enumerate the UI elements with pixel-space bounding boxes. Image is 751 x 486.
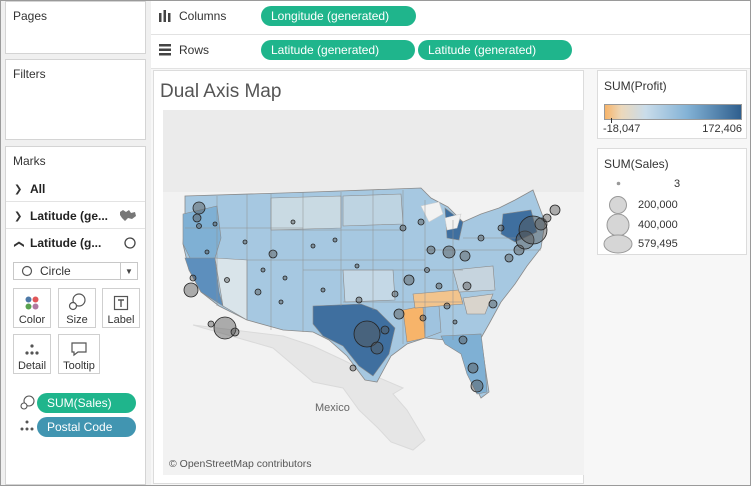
sales-field-label: SUM(Sales) — [47, 396, 112, 410]
rows-label: Rows — [179, 43, 210, 57]
marks-card: Marks ❯ All ❯ Latitude (ge... ❯ Latitude… — [5, 146, 146, 485]
size-icon — [59, 289, 95, 311]
profit-max: 172,406 — [702, 123, 742, 135]
color-button[interactable]: Color — [13, 288, 51, 328]
columns-icon — [159, 10, 171, 22]
columns-label: Columns — [179, 9, 227, 23]
tableau-window: Pages Filters Marks ❯ All ❯ Latitude (ge… — [0, 0, 751, 486]
rows-shelf-label: Rows — [159, 43, 209, 57]
left-panel: Pages Filters Marks ❯ All ❯ Latitude (ge… — [1, 1, 151, 485]
profit-legend-title: SUM(Profit) — [604, 79, 667, 93]
chevron-up-icon: ❯ — [13, 239, 25, 248]
profit-legend[interactable]: SUM(Profit) -18,047 172,406 — [597, 70, 747, 139]
filters-title: Filters — [13, 67, 46, 81]
marks-row-latitude-circle[interactable]: ❯ Latitude (g... — [6, 231, 145, 255]
size-icon — [20, 395, 35, 410]
longitude-pill[interactable]: Longitude (generated) — [261, 6, 416, 26]
profit-color-ramp — [604, 104, 742, 120]
mexico-label: Mexico — [315, 402, 350, 414]
map-attribution: © OpenStreetMap contributors — [169, 458, 312, 470]
map-view[interactable]: Mexico © OpenStreetMap contributors — [163, 110, 584, 475]
chevron-down-icon: ▼ — [120, 263, 137, 279]
profit-min: -18,047 — [603, 123, 641, 135]
color-icon — [14, 289, 50, 311]
circle-icon — [124, 237, 136, 249]
detail-icon — [20, 420, 34, 431]
sales-field-pill[interactable]: SUM(Sales) — [37, 393, 136, 413]
sales-legend[interactable]: SUM(Sales) 3 200,000 400,000 579,495 — [597, 148, 747, 255]
marks-row-latitude-map-label: Latitude (ge... — [30, 209, 108, 223]
longitude-pill-label: Longitude (generated) — [271, 9, 390, 23]
label-button-label: Label — [107, 314, 135, 326]
columns-shelf-label: Columns — [159, 9, 226, 23]
sales-legend-title: SUM(Sales) — [604, 157, 669, 171]
view-area: Dual Axis Map Mexico © OpenStreetMap con… — [151, 69, 750, 485]
sheet-title: Dual Axis Map — [160, 81, 282, 102]
chevron-down-icon: ❯ — [14, 210, 23, 222]
label-button[interactable]: Label — [102, 288, 140, 328]
detail-icon — [14, 335, 50, 357]
pages-title: Pages — [13, 9, 48, 23]
pages-card[interactable]: Pages — [5, 1, 146, 54]
size-button[interactable]: Size — [58, 288, 96, 328]
marks-row-latitude-circle-label: Latitude (g... — [30, 236, 102, 250]
circle-icon — [21, 265, 33, 277]
marks-title: Marks — [13, 154, 46, 168]
chevron-down-icon: ❯ — [14, 183, 23, 195]
marks-row-all[interactable]: ❯ All — [6, 177, 145, 201]
postal-code-field-label: Postal Code — [47, 420, 113, 434]
rows-icon — [159, 44, 171, 56]
tooltip-icon — [59, 335, 99, 357]
detail-button-label: Detail — [17, 360, 47, 372]
label-icon — [103, 289, 139, 311]
tooltip-button-label: Tooltip — [63, 360, 95, 372]
mark-type-value: Circle — [40, 264, 71, 278]
worksheet: Dual Axis Map Mexico © OpenStreetMap con… — [153, 70, 584, 484]
latitude-pill-2[interactable]: Latitude (generated) — [418, 40, 572, 60]
size-button-label: Size — [66, 314, 88, 326]
marks-row-all-label: All — [30, 182, 46, 196]
map-icon — [120, 210, 136, 221]
latitude-pill-1-label: Latitude (generated) — [271, 43, 380, 57]
us-map: Mexico © OpenStreetMap contributors — [163, 110, 584, 470]
mark-type-dropdown[interactable]: Circle ▼ — [13, 262, 138, 280]
filters-card[interactable]: Filters — [5, 59, 146, 140]
detail-button[interactable]: Detail — [13, 334, 51, 374]
rows-shelf[interactable]: Rows Latitude (generated) Latitude (gene… — [151, 35, 750, 69]
marks-row-latitude-map[interactable]: ❯ Latitude (ge... — [6, 204, 145, 228]
latitude-pill-1[interactable]: Latitude (generated) — [261, 40, 415, 60]
latitude-pill-2-label: Latitude (generated) — [428, 43, 537, 57]
columns-shelf[interactable]: Columns Longitude (generated) — [151, 1, 750, 35]
tooltip-button[interactable]: Tooltip — [58, 334, 100, 374]
postal-code-field-pill[interactable]: Postal Code — [37, 417, 136, 437]
color-button-label: Color — [18, 314, 46, 326]
